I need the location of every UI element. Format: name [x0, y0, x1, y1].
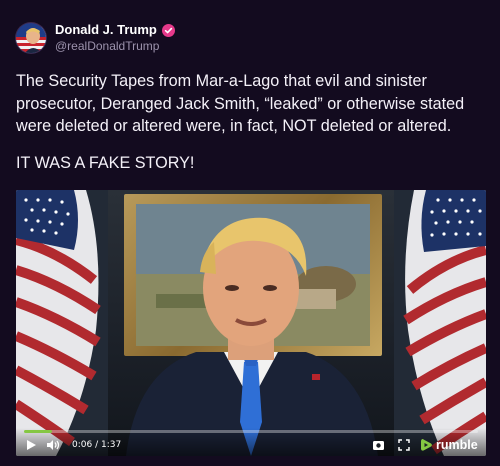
post-text-emphasis: IT WAS A FAKE STORY! — [16, 154, 195, 172]
play-icon — [27, 440, 36, 450]
time-text: 0:06 / 1:37 — [72, 440, 122, 450]
post-text: The Security Tapes from Mar-a-Lago that … — [16, 72, 465, 135]
play-button[interactable] — [26, 438, 37, 452]
video-player[interactable]: 0:06 / 1:37 rumble — [16, 190, 486, 456]
author-handle[interactable]: @realDonaldTrump — [55, 38, 175, 54]
progress-bar[interactable] — [24, 430, 478, 433]
avatar-image — [16, 23, 46, 53]
name-row: Donald J. Trump — [55, 22, 175, 38]
fullscreen-icon — [398, 439, 410, 451]
speaker-figure — [126, 217, 378, 456]
rumble-logo[interactable]: rumble — [420, 438, 478, 452]
avatar[interactable] — [16, 23, 46, 53]
settings-icon — [373, 440, 384, 450]
american-flag-right — [394, 190, 486, 456]
rumble-play-icon — [421, 439, 432, 451]
video-controls: 0:06 / 1:37 rumble — [16, 428, 486, 456]
post-header: Donald J. Trump @realDonaldTrump — [16, 22, 175, 54]
american-flag-left — [16, 190, 108, 456]
verified-badge-icon — [161, 23, 175, 37]
progress-fill — [24, 430, 53, 433]
volume-icon — [47, 440, 60, 450]
rumble-wordmark: rumble — [436, 438, 478, 452]
display-name[interactable]: Donald J. Trump — [55, 22, 157, 38]
time-display: 0:06 / 1:37 — [72, 438, 121, 452]
author-names: Donald J. Trump @realDonaldTrump — [55, 22, 175, 54]
post-card: Donald J. Trump @realDonaldTrump The Sec… — [0, 0, 500, 466]
volume-button[interactable] — [46, 438, 60, 452]
fullscreen-button[interactable] — [398, 438, 410, 452]
settings-button[interactable] — [372, 438, 385, 452]
